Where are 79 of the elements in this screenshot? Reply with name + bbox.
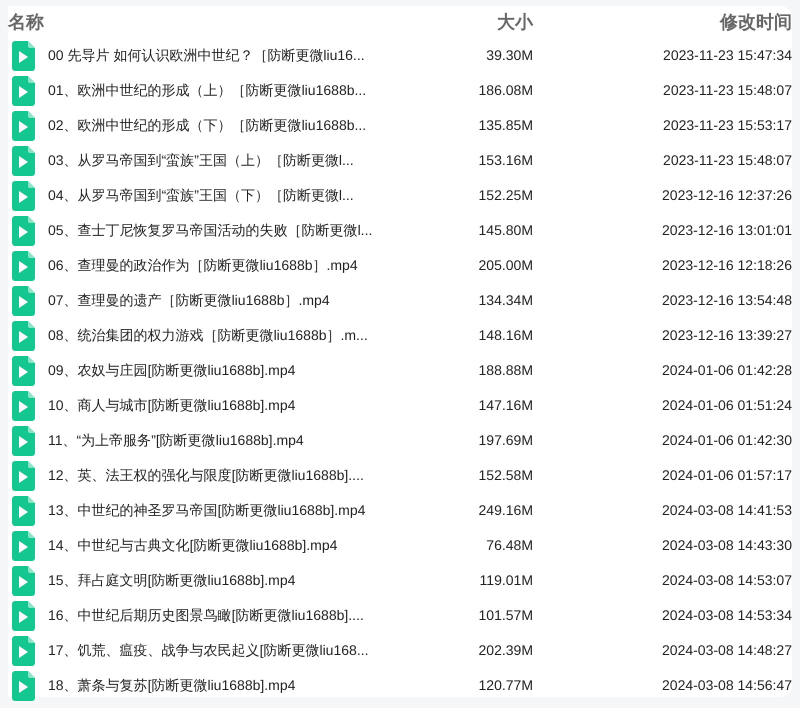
file-size: 39.30M — [485, 46, 533, 65]
video-file-icon — [12, 460, 35, 490]
file-size: 249.16M — [478, 501, 533, 520]
file-size: 152.58M — [478, 466, 533, 485]
video-file-icon — [12, 496, 35, 526]
video-file-icon — [12, 670, 35, 700]
modified-time: 2024-03-08 14:53:34 — [661, 606, 792, 625]
file-name[interactable]: 06、查理曼的政治作为［防断更微liu1688b］.mp4 — [48, 255, 468, 276]
modified-time: 2023-11-23 15:48:07 — [662, 151, 792, 170]
file-name[interactable]: 11、“为上帝服务”[防断更微liu1688b].mp4 — [48, 430, 468, 451]
video-file-icon — [12, 530, 35, 560]
modified-time: 2024-01-06 01:42:30 — [661, 431, 792, 450]
file-size: 134.34M — [478, 291, 533, 310]
column-header[interactable]: 名称 — [0, 8, 480, 36]
video-file-icon — [12, 76, 35, 106]
file-size: 147.16M — [478, 396, 533, 415]
file-name[interactable]: 05、查士丁尼恢复罗马帝国活动的失败［防断更微l... — [48, 220, 468, 241]
file-name[interactable]: 10、商人与城市[防断更微liu1688b].mp4 — [48, 395, 468, 416]
video-file-icon — [12, 216, 35, 246]
file-size: 153.16M — [478, 151, 533, 170]
modified-time: 2024-03-08 14:48:27 — [661, 641, 792, 660]
file-name[interactable]: 08、统治集团的权力游戏［防断更微liu1688b］.m... — [48, 325, 468, 346]
file-name[interactable]: 16、中世纪后期历史图景鸟瞰[防断更微liu1688b].... — [48, 605, 468, 626]
file-name[interactable]: 00 先导片 如何认识欧洲中世纪？［防断更微liu16... — [48, 45, 468, 66]
video-file-icon — [12, 566, 35, 596]
video-file-icon — [12, 180, 35, 210]
file-size: 148.16M — [478, 326, 533, 345]
modified-time: 2024-03-08 14:53:07 — [661, 571, 792, 590]
file-size: 205.00M — [478, 256, 533, 275]
file-name[interactable]: 14、中世纪与古典文化[防断更微liu1688b].mp4 — [48, 535, 468, 556]
file-size: 145.80M — [478, 221, 533, 240]
modified-time: 2023-12-16 13:54:48 — [661, 291, 792, 310]
file-size: 101.57M — [478, 606, 533, 625]
video-file-icon — [12, 426, 35, 456]
file-size: 135.85M — [478, 116, 533, 135]
file-size: 76.48M — [485, 536, 533, 555]
video-file-icon — [12, 600, 35, 630]
file-size: 119.01M — [478, 571, 533, 590]
video-file-icon — [12, 110, 35, 140]
modified-time: 2023-12-16 12:18:26 — [661, 256, 792, 275]
modified-time: 2024-03-08 14:43:30 — [661, 536, 792, 555]
file-size: 202.39M — [478, 641, 533, 660]
column-header[interactable]: 修改时间 — [533, 8, 792, 36]
file-size: 152.25M — [478, 186, 533, 205]
file-name[interactable]: 15、拜占庭文明[防断更微liu1688b].mp4 — [48, 570, 468, 591]
video-file-icon — [12, 250, 35, 280]
modified-time: 2024-01-06 01:42:28 — [661, 361, 792, 380]
file-name[interactable]: 01、欧洲中世纪的形成（上）［防断更微liu1688b... — [48, 80, 468, 101]
file-size: 197.69M — [478, 431, 533, 450]
file-size: 188.88M — [478, 361, 533, 380]
modified-time: 2023-11-23 15:47:34 — [662, 46, 792, 65]
video-file-icon — [12, 320, 35, 350]
file-name[interactable]: 04、从罗马帝国到“蛮族”王国（下）［防断更微l... — [48, 185, 468, 206]
modified-time: 2024-03-08 14:41:53 — [661, 501, 792, 520]
video-file-icon — [12, 356, 35, 386]
video-file-icon — [12, 146, 35, 176]
video-file-icon — [12, 636, 35, 666]
file-name[interactable]: 09、农奴与庄园[防断更微liu1688b].mp4 — [48, 360, 468, 381]
file-name[interactable]: 12、英、法王权的强化与限度[防断更微liu1688b].... — [48, 465, 468, 486]
file-name[interactable]: 02、欧洲中世纪的形成（下）［防断更微liu1688b... — [48, 115, 468, 136]
modified-time: 2023-11-23 15:48:07 — [662, 81, 792, 100]
file-name[interactable]: 07、查理曼的遗产［防断更微liu1688b］.mp4 — [48, 290, 468, 311]
file-size: 120.77M — [478, 676, 533, 695]
column-header[interactable]: 大小 — [480, 8, 533, 36]
video-file-icon — [12, 286, 35, 316]
file-name[interactable]: 03、从罗马帝国到“蛮族”王国（上）［防断更微l... — [48, 150, 468, 171]
file-name[interactable]: 18、萧条与复苏[防断更微liu1688b].mp4 — [48, 675, 468, 696]
modified-time: 2024-03-08 14:56:47 — [661, 676, 792, 695]
video-file-icon — [12, 40, 35, 70]
video-file-icon — [12, 390, 35, 420]
file-name[interactable]: 17、饥荒、瘟疫、战争与农民起义[防断更微liu168... — [48, 640, 468, 661]
file-size: 186.08M — [478, 81, 533, 100]
modified-time: 2023-12-16 13:01:01 — [661, 221, 792, 240]
modified-time: 2023-11-23 15:53:17 — [662, 116, 792, 135]
file-name[interactable]: 13、中世纪的神圣罗马帝国[防断更微liu1688b].mp4 — [48, 500, 468, 521]
modified-time: 2023-12-16 13:39:27 — [661, 326, 792, 345]
modified-time: 2024-01-06 01:57:17 — [661, 466, 792, 485]
modified-time: 2024-01-06 01:51:24 — [661, 396, 792, 415]
modified-time: 2023-12-16 12:37:26 — [661, 186, 792, 205]
